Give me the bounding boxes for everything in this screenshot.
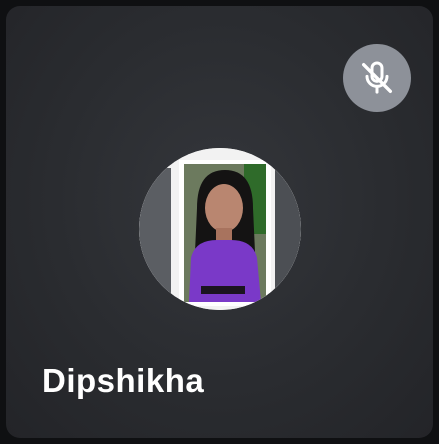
participant-name: Dipshikha <box>42 362 205 399</box>
profile-photo <box>139 148 301 310</box>
avatar <box>139 148 301 310</box>
microphone-off-icon <box>362 61 392 94</box>
participant-tile[interactable]: Dipshikha <box>6 6 433 438</box>
mic-muted-badge[interactable] <box>343 44 411 112</box>
